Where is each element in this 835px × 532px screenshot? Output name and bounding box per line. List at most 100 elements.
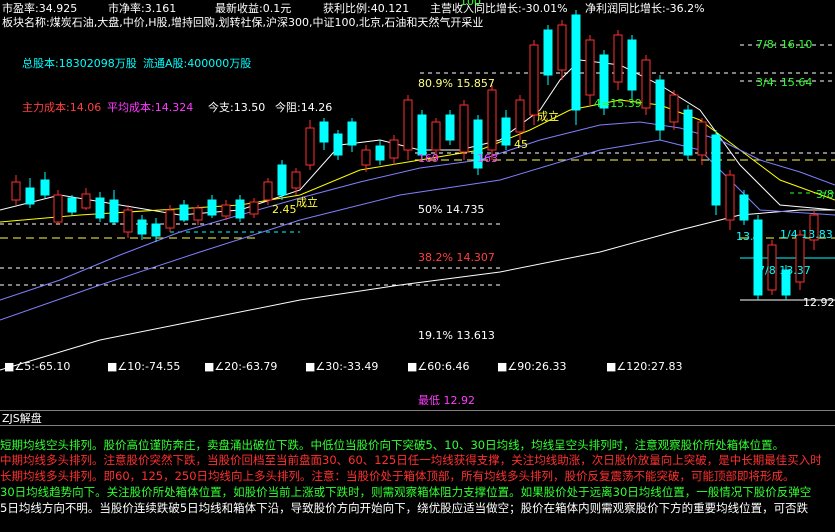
- pb-ratio: 市净率:3.161: [108, 2, 177, 15]
- main-cost: 主力成本:14.06: [22, 101, 102, 114]
- candle-down: [109, 199, 119, 223]
- candle-down: [319, 121, 329, 143]
- candle-up: [263, 181, 273, 201]
- candle-up: [431, 121, 441, 151]
- candle-down: [683, 109, 693, 156]
- candle-down: [95, 197, 105, 219]
- angle-ma5: ■∠5:-65.10: [4, 360, 71, 373]
- candle-up: [11, 181, 21, 201]
- angle-ma60: ■∠60:6.46: [407, 360, 470, 373]
- sector-list: 板块名称:煤炭石油,大盘,中价,H股,增持回购,划转社保,沪深300,中证100…: [2, 16, 484, 29]
- candle-down: [711, 134, 721, 206]
- revenue-growth: 主营收入同比增长:-30.01%: [430, 2, 568, 15]
- candle-up: [389, 139, 399, 159]
- candle-up: [557, 24, 567, 71]
- level-label-382: 38.2% 14.307: [418, 251, 495, 264]
- today-support: 今支:13.50: [208, 101, 266, 114]
- candle-up: [529, 44, 539, 116]
- angle-ma30: ■∠30:-33.49: [305, 360, 379, 373]
- level-label-right-price: 12.92: [803, 296, 835, 309]
- candle-down: [40, 179, 50, 196]
- commentary-line-mid: 中期均线多头排列。注意股价突然下跌，当股价回档至当前盘面30、60、125日任一…: [0, 453, 822, 467]
- ma-line-long: [0, 209, 835, 371]
- candle-up: [725, 174, 735, 221]
- candle-up: [459, 104, 469, 153]
- commentary-line-long: 长期均线多头排列。即60，125，250日均线向上多头排列。注意：当股价处于箱体…: [0, 469, 795, 483]
- level-label-45: 45: [514, 138, 528, 151]
- candle-up: [81, 193, 91, 209]
- candle-up: [193, 207, 203, 221]
- level-label-78: 7/8: 16.10: [756, 38, 813, 51]
- candle-down: [445, 114, 455, 141]
- level-label-100: 100: [460, 0, 481, 8]
- angle-ma120: ■∠120:27.83: [606, 360, 683, 373]
- level-label-245: 2.45: [272, 203, 297, 216]
- candle-up: [487, 89, 497, 151]
- stock-analysis-window: 市盈率:34.925 市净率:3.161 最新收益:0.1元 获利比例:40.1…: [0, 0, 835, 532]
- candle-down: [739, 194, 749, 221]
- latest-eps: 最新收益:0.1元: [215, 2, 292, 15]
- candle-down: [655, 79, 665, 131]
- candle-down: [67, 197, 77, 213]
- candle-up: [291, 171, 301, 189]
- pattern-label-1: 成立: [296, 196, 318, 209]
- candle-up: [165, 209, 175, 229]
- profit-ratio: 获利比例:40.121: [323, 2, 410, 15]
- candle-up: [515, 99, 525, 133]
- level-label-right-38: 3/8: [816, 188, 834, 201]
- candle-down: [333, 133, 343, 156]
- candle-down: [501, 117, 511, 146]
- candle-down: [753, 219, 763, 296]
- panel-title[interactable]: ZJS解盘: [0, 410, 835, 426]
- candle-up: [305, 127, 315, 166]
- candle-up: [249, 201, 259, 215]
- pattern-label-2: 成立: [537, 110, 559, 123]
- candle-up: [585, 39, 595, 96]
- float-shares: 流通A股:400000万股: [143, 57, 252, 70]
- angle-ma20: ■∠20:-63.79: [204, 360, 278, 373]
- candle-up: [641, 59, 651, 109]
- commentary-line-short: 短期均线空头排列。股价高位谨防奔庄，卖盘涌出破位下跌。中低位当股价向下突破5、1…: [0, 438, 785, 452]
- candle-down: [25, 187, 35, 205]
- total-shares: 总股本:18302098万股: [22, 57, 137, 70]
- average-cost: 平均成本:14.324: [107, 101, 194, 114]
- candle-down: [627, 39, 637, 91]
- level-label-809: 80.9% 15.857: [418, 77, 495, 90]
- candle-down: [137, 219, 147, 235]
- level-label-1539: 4=15.39: [594, 97, 642, 110]
- candle-down: [179, 204, 189, 221]
- candle-down: [277, 164, 287, 196]
- angle-ma10: ■∠10:-74.55: [107, 360, 181, 373]
- net-profit-growth: 净利润同比增长:-36.2%: [585, 2, 705, 15]
- candle-up: [53, 194, 63, 223]
- level-label-169: 169: [418, 152, 439, 165]
- candle-up: [669, 94, 679, 123]
- candle-down: [417, 114, 427, 156]
- candle-down: [207, 199, 217, 216]
- candle-up: [361, 149, 371, 166]
- pe-ratio: 市盈率:34.925: [2, 2, 78, 15]
- candle-up: [403, 99, 413, 151]
- commentary-line-ma30: 30日均线趋势向下。关注股价所处箱体位置，如股价当前上涨或下跌时，则需观察箱体阻…: [0, 485, 812, 499]
- candle-up: [123, 209, 133, 233]
- level-label-right-78: 7/8 13.37: [758, 264, 811, 277]
- level-label-right-13: 13.: [736, 230, 754, 243]
- level-label-191: 19.1% 13.613: [418, 329, 495, 342]
- lowest-price: 最低 12.92: [418, 394, 475, 407]
- angle-ma90: ■∠90:26.33: [497, 360, 567, 373]
- candle-down: [375, 145, 385, 161]
- commentary-line-ma5: 5日均线方向不明。当股价连续跌破5日均线和箱体下沿，导致股价方向开始向下，绕优股…: [0, 501, 809, 515]
- today-resistance: 今阻:14.26: [275, 101, 333, 114]
- candle-down: [347, 121, 357, 146]
- candle-down: [543, 29, 553, 76]
- candle-down: [571, 14, 581, 111]
- candle-down: [235, 199, 245, 219]
- level-label-right-14: 1/4 13.83: [780, 228, 833, 241]
- candle-up: [221, 204, 231, 217]
- level-label-163: 163: [477, 152, 498, 165]
- candle-up: [613, 34, 623, 83]
- candle-up: [697, 121, 707, 156]
- level-label-50: 50% 14.735: [418, 203, 485, 216]
- candle-down: [151, 223, 161, 237]
- level-label-34: 3/4: 15.64: [756, 76, 813, 89]
